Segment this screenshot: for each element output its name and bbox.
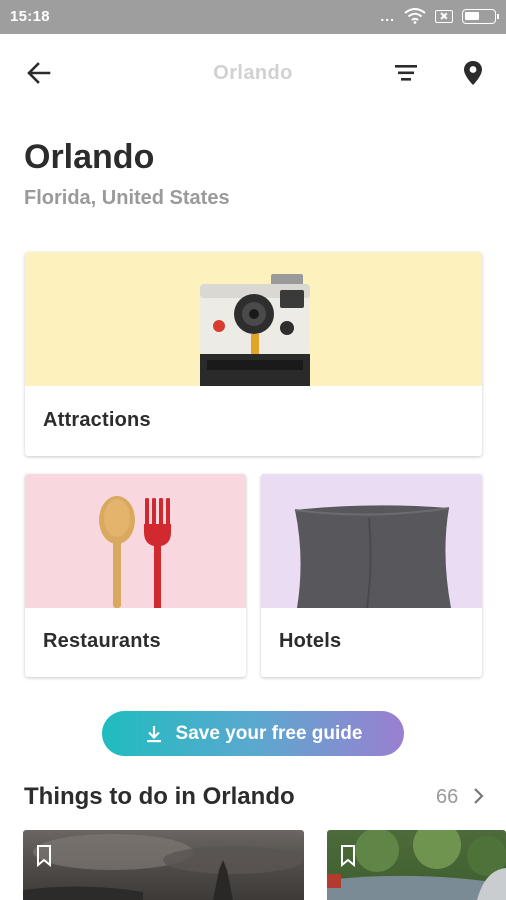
category-card-restaurants[interactable]: Restaurants [25, 474, 246, 677]
category-card-hotels[interactable]: Hotels [261, 474, 482, 677]
thing-to-do-card[interactable] [327, 830, 506, 900]
filter-icon[interactable] [390, 56, 424, 90]
bookmark-icon[interactable] [339, 844, 357, 868]
no-sim-icon [435, 9, 453, 23]
status-icons: ... [380, 8, 499, 24]
section-count[interactable]: 66 [436, 786, 458, 809]
notification-dots-icon: ... [380, 8, 395, 24]
battery-icon [462, 8, 499, 24]
category-card-attractions[interactable]: Attractions [25, 252, 482, 456]
thing-to-do-card[interactable] [23, 830, 304, 900]
bookmark-icon[interactable] [35, 844, 53, 868]
app-bar-title: Orlando [213, 62, 293, 84]
save-guide-label: Save your free guide [175, 722, 363, 744]
hotels-image [261, 474, 482, 608]
section-title: Things to do in Orlando [24, 783, 295, 810]
spoon-fork-icon [99, 496, 171, 608]
save-guide-button[interactable]: Save your free guide [102, 711, 404, 756]
wifi-icon [404, 8, 426, 24]
attractions-image [25, 252, 482, 386]
category-label: Restaurants [43, 630, 161, 652]
pillow-icon [294, 505, 451, 608]
app-bar: Orlando [0, 34, 506, 114]
chevron-right-icon[interactable] [470, 785, 486, 807]
camera-icon [200, 274, 310, 386]
page-subtitle: Florida, United States [24, 187, 230, 209]
restaurants-image [25, 474, 246, 608]
download-icon [146, 725, 161, 742]
category-label: Attractions [43, 409, 151, 431]
status-bar: 15:18 ... [0, 0, 506, 34]
category-label: Hotels [279, 630, 342, 652]
location-pin-icon[interactable] [456, 56, 490, 90]
status-time: 15:18 [10, 8, 50, 25]
page-title: Orlando [24, 138, 155, 176]
thing-to-do-image [23, 834, 303, 900]
